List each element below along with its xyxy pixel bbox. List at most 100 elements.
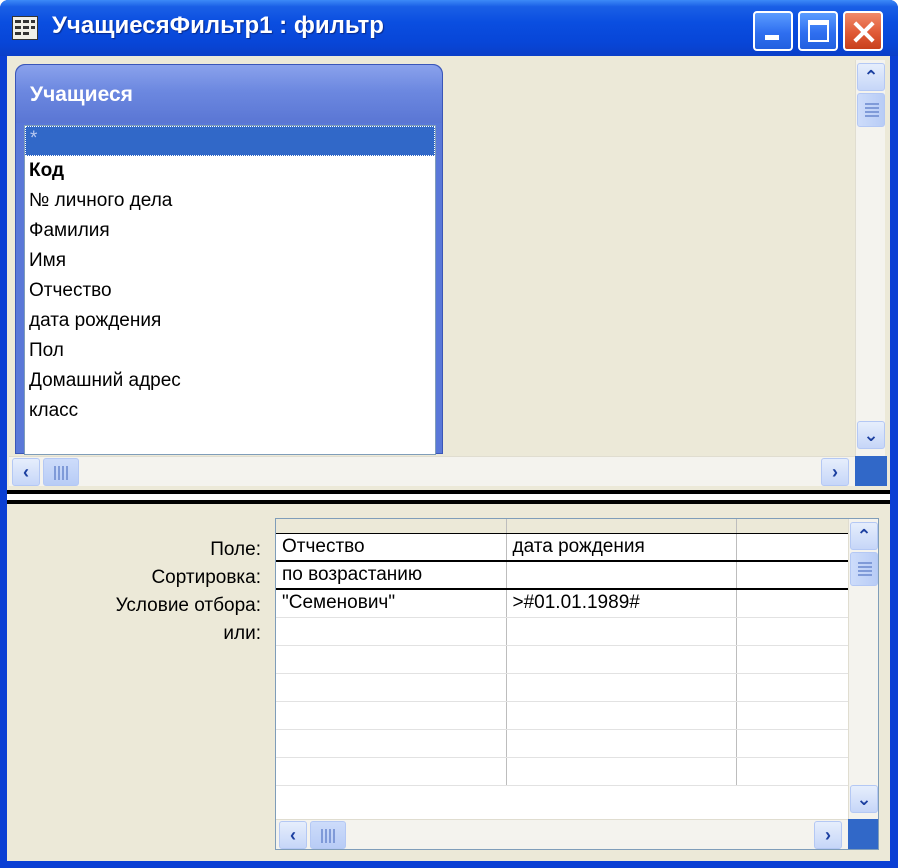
grid-vertical-scrollbar[interactable]: ⌃ ⌄	[848, 519, 878, 819]
grid-cell-field[interactable]	[736, 533, 851, 562]
field-list-header[interactable]: Учащиеся	[16, 65, 442, 123]
grid-cell-sort[interactable]: по возрастанию	[276, 561, 507, 590]
grid-cell[interactable]	[736, 673, 851, 702]
grid-row-field: Отчество дата рождения	[276, 533, 851, 562]
chevron-left-icon: ‹	[290, 825, 296, 845]
field-item-class[interactable]: класс	[25, 396, 435, 426]
chevron-right-icon: ›	[825, 825, 831, 845]
row-label-field: Поле:	[210, 539, 261, 560]
grid-scroll-up-button[interactable]: ⌃	[850, 522, 878, 550]
upper-scroll-left-button[interactable]: ‹	[12, 458, 40, 486]
grid-row-empty	[276, 673, 851, 702]
grid-cell-sort[interactable]	[506, 561, 737, 590]
grid-scroll-right-button[interactable]: ›	[814, 821, 842, 849]
grid-scroll-down-button[interactable]: ⌄	[850, 785, 878, 813]
field-item-kod[interactable]: Код	[25, 156, 435, 186]
field-item-gender[interactable]: Пол	[25, 336, 435, 366]
field-list-window[interactable]: Учащиеся * Код № личного дела Фамилия Им…	[15, 64, 443, 455]
grid-row-sort: по возрастанию	[276, 561, 851, 590]
filter-window: УчащиесяФильтр1 : фильтр Учащиеся * Код …	[0, 0, 898, 868]
close-button[interactable]	[843, 11, 883, 51]
field-item-home-address[interactable]: Домашний адрес	[25, 366, 435, 396]
title-bar[interactable]: УчащиесяФильтр1 : фильтр	[0, 0, 898, 56]
grid-row-criteria: "Семенович" >#01.01.1989#	[276, 589, 851, 618]
close-icon	[845, 13, 881, 49]
field-item-birth-date[interactable]: дата рождения	[25, 306, 435, 336]
design-grid-table: Отчество дата рождения по возрастанию "С…	[276, 519, 851, 786]
upper-vertical-scrollbar[interactable]: ⌃ ⌄	[855, 60, 885, 456]
grid-cell[interactable]	[276, 673, 507, 702]
grid-cell[interactable]	[736, 729, 851, 758]
chevron-left-icon: ‹	[23, 462, 29, 482]
grid-cell-criteria[interactable]: >#01.01.1989#	[506, 589, 737, 618]
row-label-or: или:	[223, 623, 261, 644]
grid-cell[interactable]	[506, 757, 737, 786]
grid-horizontal-thumb[interactable]	[310, 821, 346, 849]
grid-cell[interactable]	[506, 701, 737, 730]
upper-scroll-corner	[855, 456, 887, 486]
grid-cell[interactable]	[506, 729, 737, 758]
field-list[interactable]: * Код № личного дела Фамилия Имя Отчеств…	[24, 125, 436, 455]
grid-cell-or[interactable]	[276, 617, 507, 646]
maximize-icon	[808, 20, 829, 42]
column-selector[interactable]	[276, 519, 507, 534]
table-name: Учащиеся	[30, 83, 133, 106]
grid-cell-or[interactable]	[506, 617, 737, 646]
chevron-down-icon: ⌄	[863, 425, 879, 445]
column-selector[interactable]	[506, 519, 737, 534]
field-item-patronymic[interactable]: Отчество	[25, 276, 435, 306]
grid-row-empty	[276, 645, 851, 674]
table-pane: Учащиеся * Код № личного дела Фамилия Им…	[9, 60, 889, 490]
field-item-personal-file-number[interactable]: № личного дела	[25, 186, 435, 216]
field-item-name[interactable]: Имя	[25, 246, 435, 276]
upper-scroll-right-button[interactable]: ›	[821, 458, 849, 486]
grid-row-labels: Поле: Сортировка: Условие отбора: или:	[7, 536, 265, 648]
grid-cell[interactable]	[276, 701, 507, 730]
grid-horizontal-scrollbar[interactable]: ‹ ›	[276, 819, 848, 849]
maximize-button[interactable]	[798, 11, 838, 51]
grid-row-empty	[276, 757, 851, 786]
grid-cell[interactable]	[506, 673, 737, 702]
grid-scroll-corner	[848, 819, 878, 849]
upper-vertical-thumb[interactable]	[857, 93, 885, 127]
pane-splitter[interactable]	[7, 490, 890, 504]
grid-cell[interactable]	[276, 757, 507, 786]
grid-cell[interactable]	[736, 701, 851, 730]
grid-row-empty	[276, 729, 851, 758]
chevron-down-icon: ⌄	[856, 789, 872, 809]
field-item-all[interactable]: *	[25, 126, 435, 156]
window-title: УчащиесяФильтр1 : фильтр	[52, 12, 384, 39]
minimize-icon	[765, 35, 779, 40]
grid-cell[interactable]	[276, 729, 507, 758]
grid-scroll-left-button[interactable]: ‹	[279, 821, 307, 849]
row-label-sort: Сортировка:	[151, 567, 261, 588]
table-window-icon[interactable]	[12, 16, 38, 40]
row-label-criteria: Условие отбора:	[115, 595, 261, 616]
grid-cell[interactable]	[736, 757, 851, 786]
grid-cell-field[interactable]: дата рождения	[506, 533, 737, 562]
grid-vertical-thumb[interactable]	[850, 552, 878, 586]
upper-scroll-up-button[interactable]: ⌃	[857, 63, 885, 91]
grid-cell[interactable]	[276, 645, 507, 674]
design-grid[interactable]: Отчество дата рождения по возрастанию "С…	[275, 518, 879, 850]
minimize-button[interactable]	[753, 11, 793, 51]
chevron-up-icon: ⌃	[863, 67, 879, 87]
grid-row-or	[276, 617, 851, 646]
chevron-up-icon: ⌃	[856, 526, 872, 546]
grid-cell[interactable]	[506, 645, 737, 674]
grid-cell-criteria[interactable]: "Семенович"	[276, 589, 507, 618]
field-item-surname[interactable]: Фамилия	[25, 216, 435, 246]
upper-scroll-down-button[interactable]: ⌄	[857, 421, 885, 449]
upper-horizontal-scrollbar[interactable]: ‹ ›	[9, 456, 855, 486]
grid-cell-criteria[interactable]	[736, 589, 851, 618]
column-selector-row	[276, 519, 851, 534]
grid-row-empty	[276, 701, 851, 730]
column-selector[interactable]	[736, 519, 851, 534]
upper-horizontal-thumb[interactable]	[43, 458, 79, 486]
query-design-area: Учащиеся * Код № личного дела Фамилия Им…	[7, 56, 890, 861]
grid-cell-or[interactable]	[736, 617, 851, 646]
grid-cell-sort[interactable]	[736, 561, 851, 590]
grid-cell-field[interactable]: Отчество	[276, 533, 507, 562]
chevron-right-icon: ›	[832, 462, 838, 482]
grid-cell[interactable]	[736, 645, 851, 674]
